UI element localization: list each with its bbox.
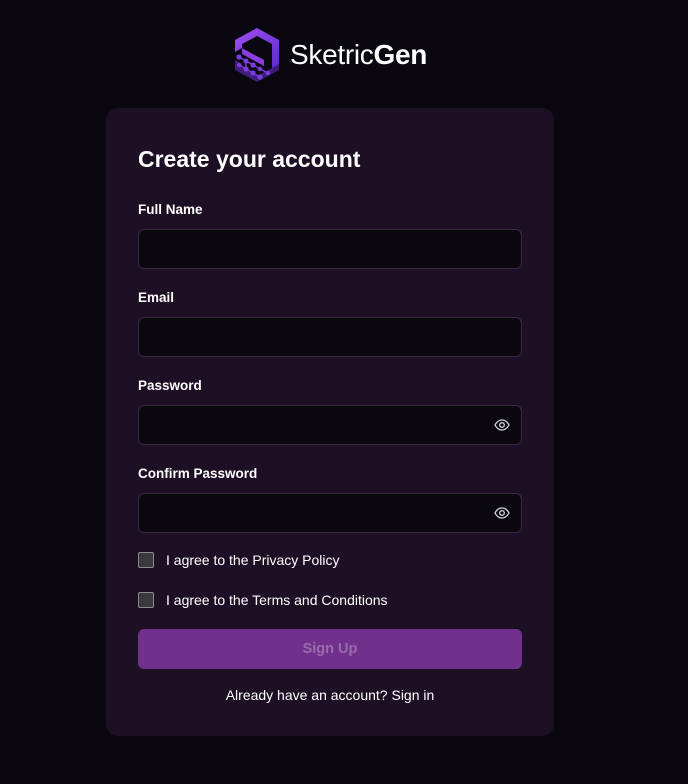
full-name-input[interactable] (138, 229, 522, 269)
eye-icon (494, 419, 510, 431)
full-name-label: Full Name (138, 202, 203, 217)
form-title: Create your account (138, 146, 361, 172)
brand-name: SketricGen (290, 41, 427, 69)
email-label: Email (138, 290, 175, 305)
confirm-password-label: Confirm Password (138, 466, 258, 481)
sign-in-link[interactable]: Sign in (391, 687, 434, 703)
eye-icon (494, 507, 510, 519)
privacy-agreement-row: I agree to the Privacy Policy (138, 551, 340, 569)
password-input[interactable] (138, 405, 522, 445)
privacy-checkbox[interactable] (138, 552, 154, 568)
brand-name-bold: Gen (373, 39, 428, 70)
signin-prompt-line: Already have an account? Sign in (106, 686, 554, 704)
signup-page: SketricGen Create your account Full Name… (0, 0, 688, 784)
brand-name-light: Sketric (290, 39, 374, 70)
terms-label[interactable]: I agree to the Terms and Conditions (166, 591, 388, 609)
terms-agreement-row: I agree to the Terms and Conditions (138, 591, 388, 609)
password-label: Password (138, 378, 202, 393)
brand-logo: SketricGen (228, 26, 427, 84)
signup-card: Create your account Full Name Email Pass… (106, 108, 554, 736)
signin-prompt-text: Already have an account? (225, 687, 388, 703)
confirm-password-input[interactable] (138, 493, 522, 533)
email-input[interactable] (138, 317, 522, 357)
privacy-label[interactable]: I agree to the Privacy Policy (166, 551, 340, 569)
confirm-password-visibility-toggle[interactable] (492, 503, 512, 523)
password-visibility-toggle[interactable] (492, 415, 512, 435)
terms-checkbox[interactable] (138, 592, 154, 608)
sign-up-button[interactable]: Sign Up (138, 629, 522, 669)
hex-network-logo-icon (235, 28, 279, 82)
